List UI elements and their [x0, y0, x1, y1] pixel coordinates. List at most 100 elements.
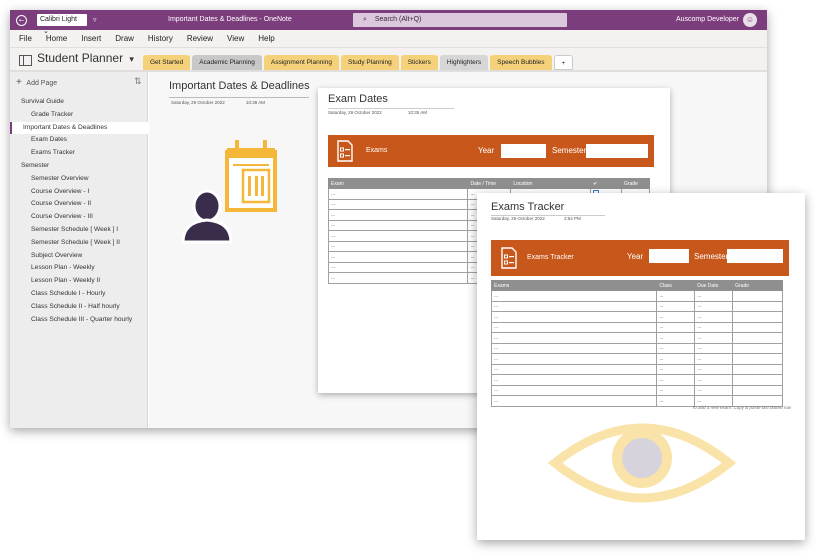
page-item[interactable]: Semester Overview: [10, 173, 148, 186]
avatar-icon[interactable]: ☺: [743, 13, 757, 27]
table-cell[interactable]: ...: [656, 300, 696, 312]
table-cell[interactable]: ...: [327, 240, 469, 252]
table-cell[interactable]: [732, 363, 783, 375]
table-cell[interactable]: ...: [656, 384, 696, 396]
sort-icon[interactable]: ⇅: [134, 76, 142, 87]
table-cell[interactable]: ...: [490, 321, 658, 333]
table-cell[interactable]: ...: [490, 384, 658, 396]
page-item[interactable]: Lesson Plan - Weekly: [10, 262, 148, 275]
table-cell[interactable]: ...: [327, 230, 469, 242]
table-cell[interactable]: ...: [656, 332, 696, 344]
table-cell[interactable]: ...: [656, 321, 696, 333]
table-cell[interactable]: ...: [656, 374, 696, 386]
table-cell[interactable]: [732, 332, 783, 344]
table-cell[interactable]: ...: [656, 353, 696, 365]
page-item[interactable]: Grade Tracker: [10, 109, 148, 122]
table-cell[interactable]: ...: [490, 363, 658, 375]
page-item[interactable]: Exams Tracker: [10, 147, 148, 160]
page-item[interactable]: Class Schedule II - Half hourly: [10, 301, 148, 314]
page-item[interactable]: Subject Overview: [10, 250, 148, 263]
menu-insert[interactable]: Insert: [81, 34, 101, 43]
table-cell[interactable]: ...: [694, 321, 734, 333]
menu-review[interactable]: Review: [187, 34, 213, 43]
table-cell[interactable]: ...: [694, 363, 734, 375]
page-item[interactable]: Course Overview - I: [10, 186, 148, 199]
table-cell[interactable]: ...: [327, 261, 469, 273]
quick-access-dropdown-icon[interactable]: ▿: [93, 16, 97, 24]
table-cell[interactable]: ...: [656, 290, 696, 302]
table-cell[interactable]: ...: [656, 342, 696, 354]
tab-academic-planning[interactable]: Academic Planning: [192, 55, 262, 70]
semester-input[interactable]: [586, 144, 648, 158]
menu-history[interactable]: History: [148, 34, 173, 43]
table-cell[interactable]: [732, 342, 783, 354]
table-cell[interactable]: ...: [694, 311, 734, 323]
page-item[interactable]: Course Overview - III: [10, 211, 148, 224]
table-cell[interactable]: ...: [327, 198, 469, 210]
menu-home[interactable]: Home: [46, 34, 67, 43]
menu-help[interactable]: Help: [258, 34, 274, 43]
table-cell[interactable]: ...: [327, 272, 469, 284]
page-item[interactable]: Semester: [10, 160, 148, 173]
tab-speech-bubbles[interactable]: Speech Bubbles: [490, 55, 552, 70]
page-title[interactable]: Important Dates & Deadlines: [169, 80, 310, 92]
page-item[interactable]: Lesson Plan - Weekly II: [10, 275, 148, 288]
menu-view[interactable]: View: [227, 34, 244, 43]
page-item[interactable]: Course Overview - II: [10, 198, 148, 211]
page-item[interactable]: Class Schedule I - Hourly: [10, 288, 148, 301]
menu-draw[interactable]: Draw: [115, 34, 134, 43]
page-item[interactable]: Semester Schedule [ Week ] II: [10, 237, 148, 250]
year-input[interactable]: [501, 144, 546, 158]
page-item[interactable]: Semester Schedule [ Week ] I: [10, 224, 148, 237]
table-cell[interactable]: ...: [694, 290, 734, 302]
year-input[interactable]: [649, 249, 689, 263]
search-box[interactable]: ⌕ Search (Alt+Q): [353, 13, 567, 27]
page-item[interactable]: Class Schedule III - Quarter hourly: [10, 314, 148, 327]
table-cell[interactable]: ...: [490, 290, 658, 302]
table-cell[interactable]: ...: [490, 353, 658, 365]
table-cell[interactable]: ...: [490, 342, 658, 354]
semester-input[interactable]: [727, 249, 783, 263]
table-cell[interactable]: ...: [656, 395, 696, 407]
page-item[interactable]: Important Dates & Deadlines: [10, 121, 148, 135]
table-cell[interactable]: ...: [490, 374, 658, 386]
table-cell[interactable]: [732, 311, 783, 323]
tab-highlighters[interactable]: Highlighters: [439, 55, 489, 70]
table-cell[interactable]: ...: [656, 363, 696, 375]
add-section-button[interactable]: +: [553, 55, 574, 70]
tab-assignment-planning[interactable]: Assignment Planning: [263, 55, 339, 70]
table-cell[interactable]: ...: [694, 353, 734, 365]
user-name[interactable]: Auscomp Developer: [676, 16, 739, 23]
table-cell[interactable]: ...: [490, 300, 658, 312]
table-cell[interactable]: [732, 300, 783, 312]
table-cell[interactable]: [732, 374, 783, 386]
table-cell[interactable]: ...: [694, 300, 734, 312]
notebook-icon[interactable]: [19, 55, 32, 66]
table-cell[interactable]: ...: [490, 311, 658, 323]
table-cell[interactable]: ...: [694, 342, 734, 354]
table-cell[interactable]: ...: [656, 311, 696, 323]
table-cell[interactable]: [732, 290, 783, 302]
table-cell[interactable]: ...: [490, 395, 658, 407]
table-cell[interactable]: ...: [694, 332, 734, 344]
tab-study-planning[interactable]: Study Planning: [340, 55, 399, 70]
notebook-selector[interactable]: Student Planner ▾: [37, 51, 134, 65]
table-cell[interactable]: ...: [694, 384, 734, 396]
add-page-button[interactable]: + Add Page: [16, 77, 57, 88]
page-item[interactable]: Exam Dates: [10, 134, 148, 147]
tab-get-started[interactable]: Get Started: [143, 55, 191, 70]
table-cell[interactable]: [732, 321, 783, 333]
table-cell[interactable]: ...: [327, 209, 469, 221]
tab-stickers[interactable]: Stickers: [400, 55, 438, 70]
menu-file[interactable]: File: [19, 34, 32, 43]
table-cell[interactable]: ...: [327, 219, 469, 231]
table-cell[interactable]: ...: [490, 332, 658, 344]
table-cell[interactable]: [732, 384, 783, 396]
back-arrow-icon[interactable]: ⭠: [16, 14, 27, 26]
table-cell[interactable]: ...: [694, 374, 734, 386]
table-cell[interactable]: [732, 353, 783, 365]
font-selector[interactable]: Calibri Light ⌄: [37, 14, 87, 35]
table-cell[interactable]: ...: [327, 188, 469, 200]
table-cell[interactable]: ...: [327, 251, 469, 263]
page-item[interactable]: Survival Guide: [10, 96, 148, 109]
